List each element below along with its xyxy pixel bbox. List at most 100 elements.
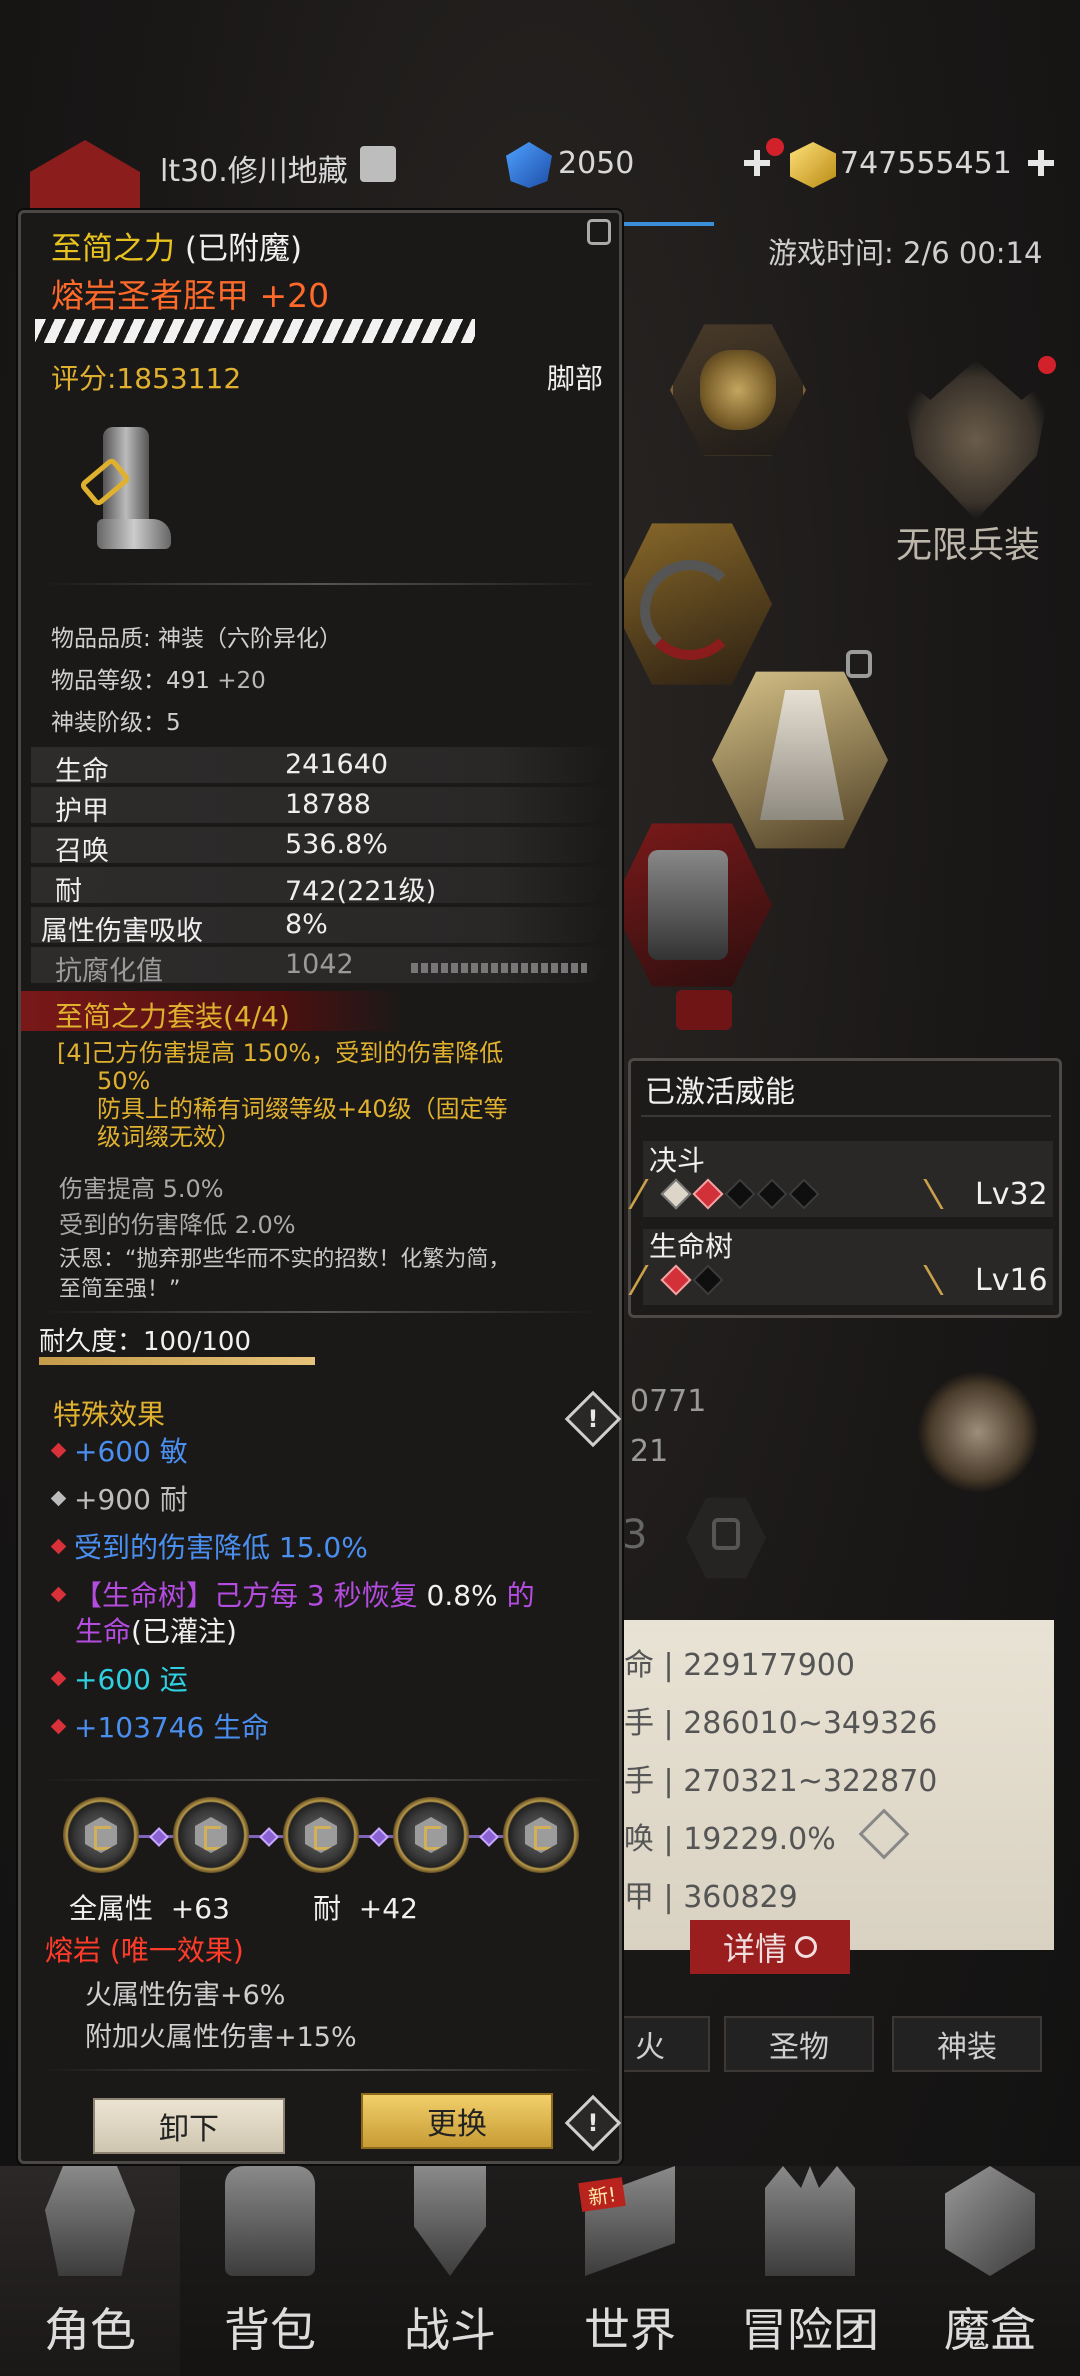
- stat-name: 召唤: [55, 836, 109, 867]
- lava-line: 火属性伤害+6%: [85, 1980, 286, 2011]
- help-icon[interactable]: [858, 1808, 910, 1860]
- gold-count: 747555451: [840, 146, 1012, 181]
- notification-dot: [1038, 356, 1056, 374]
- socket-gem-icon[interactable]: [393, 1797, 469, 1873]
- castle-icon: [765, 2166, 855, 2276]
- helmet-icon: [45, 2166, 135, 2276]
- stat-value: 18788: [285, 789, 371, 820]
- player-emblem[interactable]: [30, 140, 140, 220]
- divider: [641, 1115, 1051, 1117]
- nav-backpack[interactable]: 背包: [180, 2166, 360, 2376]
- item-quote: 沃恩：“抛弃那些华而不实的招数！化繁为简， 至简至强！”: [59, 1247, 511, 1302]
- nav-label: 战斗: [404, 2303, 496, 2357]
- effect-line: 受到的伤害降低 15.0%: [50, 1531, 368, 1565]
- divine-tier: 神装阶级：5: [51, 710, 181, 736]
- stat-name: 耐: [55, 876, 82, 907]
- bullet-icon: [50, 1490, 67, 1506]
- stat-value: 536.8%: [285, 829, 388, 860]
- shield-sword-icon: [414, 2166, 486, 2276]
- nav-label: 冒险团: [741, 2303, 879, 2357]
- passive-line: 伤害提高 5.0%: [59, 1175, 224, 1203]
- nav-magic-box[interactable]: 魔盒: [900, 2166, 1080, 2376]
- power-partial-2: 21: [630, 1434, 669, 1469]
- divider: [41, 583, 601, 585]
- ability-level: Lv32: [975, 1177, 1048, 1212]
- item-tooltip: 至简之力 (已附魔) 熔岩圣者胫甲 +20 评分:1853112 脚部 物品品质…: [18, 210, 622, 2164]
- search-icon: [795, 1936, 817, 1958]
- greaves-icon: [78, 427, 173, 557]
- nav-label: 角色: [44, 2303, 136, 2357]
- lava-title: 熔岩 (唯一效果): [45, 1934, 244, 1967]
- player-name[interactable]: lt30.修川地藏: [160, 146, 348, 190]
- unequip-button[interactable]: 卸下: [93, 2098, 285, 2154]
- cube-icon: [945, 2166, 1035, 2276]
- stat-row: 手 | 270321~322870: [624, 1764, 938, 1799]
- socket-gem-icon[interactable]: [503, 1797, 579, 1873]
- link-icon: [149, 1827, 169, 1847]
- ability-level: Lv16: [975, 1263, 1048, 1298]
- rarity-stripe-bar: [35, 319, 475, 343]
- infinite-gear-label[interactable]: 无限兵装: [896, 516, 1040, 568]
- infinite-gear-icon[interactable]: [900, 360, 1052, 520]
- nav-adventure-team[interactable]: 冒险团: [720, 2166, 900, 2376]
- set-bonus-line: 级词缀无效）: [97, 1123, 241, 1151]
- divider: [41, 2069, 601, 2071]
- info-icon[interactable]: !: [564, 1390, 622, 1448]
- durability-label: 耐久度：100/100: [39, 1327, 252, 1357]
- add-gold-icon[interactable]: [1026, 148, 1056, 178]
- gem-count: 2050: [558, 146, 635, 181]
- socket-gem-icon[interactable]: [63, 1797, 139, 1873]
- crest-icon[interactable]: [918, 1372, 1038, 1492]
- slot-count: 3: [622, 1512, 648, 1558]
- lock-icon[interactable]: [587, 219, 611, 245]
- socket-gem-icon[interactable]: [283, 1797, 359, 1873]
- details-button[interactable]: 详情: [690, 1920, 850, 1974]
- corruption-bar: [411, 963, 587, 973]
- ability-name: 决斗: [649, 1144, 706, 1177]
- socket-gem-icon[interactable]: [173, 1797, 249, 1873]
- divider: [41, 1779, 601, 1781]
- corruption-value: 1042: [285, 949, 354, 980]
- backpack-icon: [225, 2166, 315, 2276]
- ability-name: 生命树: [649, 1230, 734, 1263]
- stats-parchment: 命 | 229177900 手 | 286010~349326 手 | 2703…: [596, 1620, 1054, 1950]
- effect-line: +103746 生命: [50, 1711, 269, 1745]
- lava-line: 附加火属性伤害+15%: [85, 2022, 357, 2053]
- socket-bonus-end: 耐 +42: [313, 1892, 418, 1925]
- item-name: 熔岩圣者胫甲 +20: [51, 276, 330, 315]
- special-effects-title: 特殊效果: [53, 1398, 166, 1431]
- divider: [41, 1311, 601, 1313]
- stat-row: 手 | 286010~349326: [624, 1706, 938, 1741]
- passive-line: 受到的伤害降低 2.0%: [59, 1211, 296, 1239]
- stat-value: 241640: [285, 749, 389, 780]
- lifetree-effect-line2: 生命(已灌注): [75, 1615, 237, 1648]
- nav-label: 魔盒: [944, 2303, 1036, 2357]
- bullet-icon: [50, 1442, 67, 1458]
- item-score: 评分:1853112: [51, 362, 242, 395]
- stat-name: 护甲: [55, 796, 109, 827]
- edit-name-icon[interactable]: [360, 146, 396, 182]
- lock-icon: [712, 1518, 740, 1550]
- stat-value: 8%: [285, 909, 328, 940]
- link-icon: [479, 1827, 499, 1847]
- nav-character[interactable]: 角色: [0, 2166, 180, 2376]
- tab-relic[interactable]: 圣物: [724, 2016, 874, 2072]
- set-title: 至简之力套装(4/4): [55, 1000, 290, 1033]
- bullet-icon: [50, 1586, 67, 1602]
- scythe-icon: [640, 560, 740, 660]
- replace-button[interactable]: 更换: [361, 2093, 553, 2149]
- notification-dot: [766, 138, 784, 156]
- stat-name: 属性伤害吸收: [41, 916, 203, 947]
- power-partial: 0771: [630, 1384, 707, 1419]
- durability-track: [39, 1357, 315, 1365]
- tab-divine-gear[interactable]: 神装: [892, 2016, 1042, 2072]
- nav-world[interactable]: 新! 世界: [540, 2166, 720, 2376]
- nav-label: 世界: [584, 2303, 676, 2357]
- abilities-title: 已激活威能: [645, 1075, 795, 1110]
- warning-icon[interactable]: !: [564, 2094, 622, 2152]
- bullet-icon: [50, 1718, 67, 1734]
- nav-battle[interactable]: 战斗: [360, 2166, 540, 2376]
- item-quality: 物品品质: 神装（六阶异化）: [51, 626, 343, 652]
- stat-row: 甲 | 360829: [624, 1880, 798, 1915]
- stat-name: 生命: [55, 756, 109, 787]
